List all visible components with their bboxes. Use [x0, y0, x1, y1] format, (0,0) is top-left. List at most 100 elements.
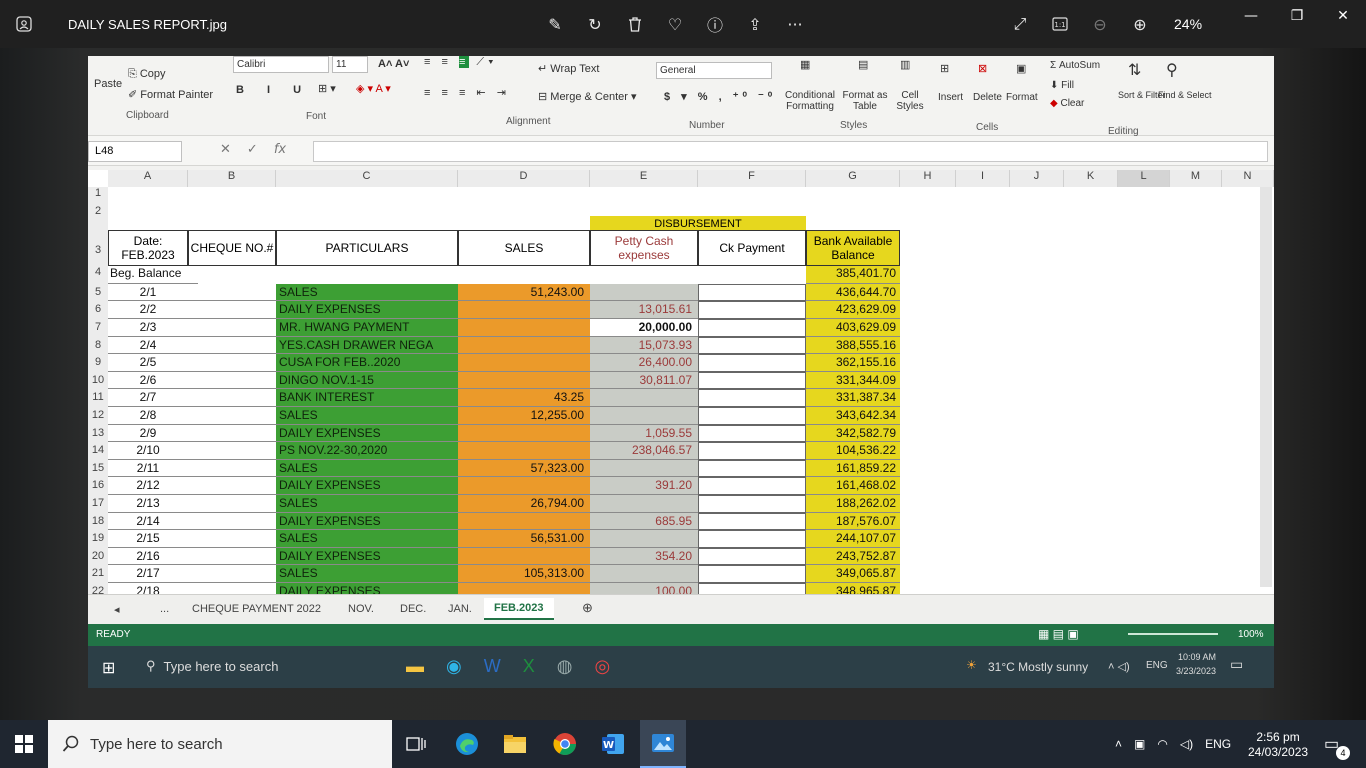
language-indicator[interactable]: ENG	[1205, 737, 1231, 751]
cheque-cell[interactable]	[188, 337, 276, 355]
file-explorer-icon[interactable]	[498, 728, 532, 760]
date-cell[interactable]: 2/17	[108, 565, 188, 583]
particulars-cell[interactable]: DAILY EXPENSES	[276, 512, 458, 531]
edge-icon[interactable]	[450, 728, 484, 760]
bank-balance-cell[interactable]: 161,859.22	[806, 459, 900, 478]
chevron-up-icon[interactable]: ˄	[1115, 737, 1122, 751]
bank-balance-cell[interactable]: 331,344.09	[806, 371, 900, 390]
zoom-slider[interactable]	[1128, 633, 1218, 635]
ck-payment-cell[interactable]	[698, 407, 806, 425]
borders-button[interactable]: ⊞ ▾	[318, 82, 336, 95]
column-header-c[interactable]: C	[276, 170, 458, 187]
particulars-cell[interactable]: MR. HWANG PAYMENT	[276, 319, 458, 337]
petty-cash-cell[interactable]: 100.00	[590, 583, 698, 594]
more-icon[interactable]: ···	[785, 14, 805, 34]
tab-cheque-payment[interactable]: CHEQUE PAYMENT 2022	[192, 603, 321, 615]
grow-font-button[interactable]: A˄ A˅	[378, 58, 409, 70]
column-header-n[interactable]: N	[1222, 170, 1274, 187]
font-name-select[interactable]: Calibri	[233, 56, 329, 73]
bold-italic-underline[interactable]: B I U	[236, 84, 311, 96]
date-cell[interactable]: 2/16	[108, 548, 188, 566]
bank-balance-cell[interactable]: 187,576.07	[806, 512, 900, 531]
tab-scroll-left[interactable]: ◂	[114, 603, 120, 616]
cheque-cell[interactable]	[188, 495, 276, 513]
cheque-cell[interactable]	[188, 319, 276, 337]
zoom-out-icon[interactable]: ⊖	[1090, 14, 1110, 34]
particulars-cell[interactable]: CUSA FOR FEB..2020	[276, 354, 458, 372]
ck-payment-cell[interactable]	[698, 530, 806, 548]
particulars-cell[interactable]: SALES	[276, 530, 458, 548]
bank-balance-cell[interactable]: 342,582.79	[806, 424, 900, 443]
date-cell[interactable]: 2/12	[108, 477, 188, 495]
enter-icon[interactable]: ✓	[247, 142, 258, 157]
delete-icon[interactable]	[625, 14, 645, 34]
actual-size-icon[interactable]: 1:1	[1050, 14, 1070, 34]
column-header-d[interactable]: D	[458, 170, 590, 187]
petty-cash-cell[interactable]: 26,400.00	[590, 354, 698, 372]
ck-payment-cell[interactable]	[698, 583, 806, 594]
bank-balance-cell[interactable]: 403,629.09	[806, 319, 900, 337]
copy-button[interactable]: ⎘ Copy	[128, 68, 166, 81]
wifi-icon[interactable]: ◠	[1157, 737, 1167, 751]
vertical-scrollbar[interactable]	[1260, 187, 1272, 587]
sales-cell[interactable]	[458, 442, 590, 460]
ck-payment-cell[interactable]	[698, 512, 806, 531]
sales-cell[interactable]	[458, 336, 590, 355]
petty-cash-cell[interactable]	[590, 283, 698, 302]
chrome-icon[interactable]	[548, 728, 582, 760]
cheque-cell[interactable]	[188, 548, 276, 566]
zoom-level[interactable]: 24%	[1174, 16, 1202, 32]
date-cell[interactable]: 2/1	[108, 284, 188, 302]
date-cell[interactable]: 2/2	[108, 301, 188, 319]
bank-balance-cell[interactable]: 348,965.87	[806, 583, 900, 594]
edit-image-icon[interactable]: ✎	[545, 14, 565, 34]
fill-color-button[interactable]: ◈ ▾ A ▾	[356, 82, 391, 95]
format-as-table-button[interactable]: Format as Table	[840, 90, 890, 112]
sales-cell[interactable]	[458, 547, 590, 566]
cheque-cell[interactable]	[188, 513, 276, 531]
date-cell[interactable]: 2/7	[108, 389, 188, 407]
petty-cash-cell[interactable]	[590, 407, 698, 425]
date-cell[interactable]: 2/18	[108, 583, 188, 594]
petty-cash-cell[interactable]	[590, 565, 698, 583]
bank-balance-cell[interactable]: 423,629.09	[806, 301, 900, 319]
bank-balance-cell[interactable]: 243,752.87	[806, 547, 900, 566]
tab-ellipsis[interactable]: ...	[160, 603, 169, 615]
sales-cell[interactable]: 12,255.00	[458, 407, 590, 425]
taskbar-search[interactable]: Type here to search	[48, 720, 392, 768]
sales-cell[interactable]	[458, 301, 590, 319]
petty-cash-cell[interactable]	[590, 530, 698, 548]
restore-button[interactable]: ❐	[1274, 0, 1320, 32]
cheque-cell[interactable]	[188, 442, 276, 460]
cheque-cell[interactable]	[188, 583, 276, 594]
bank-balance-cell[interactable]: 104,536.22	[806, 442, 900, 460]
ck-payment-cell[interactable]	[698, 424, 806, 443]
ck-payment-cell[interactable]	[698, 319, 806, 337]
petty-cash-cell[interactable]: 354.20	[590, 547, 698, 566]
column-header-e[interactable]: E	[590, 170, 698, 187]
number-format-buttons[interactable]: $ ▾ % , ⁺⁰ ⁻⁰	[664, 90, 776, 103]
particulars-cell[interactable]: PS NOV.22-30,2020	[276, 442, 458, 460]
spreadsheet-grid[interactable]: A B C D E F G H I J K L M N 1 2 3 DISBURSEMENT Date: FEB.2…	[88, 170, 1274, 594]
particulars-cell[interactable]: DAILY EXPENSES	[276, 477, 458, 495]
ck-payment-cell[interactable]	[698, 301, 806, 319]
ck-payment-cell[interactable]	[698, 477, 806, 495]
tab-jan[interactable]: JAN.	[448, 603, 472, 615]
formula-input[interactable]	[313, 141, 1268, 162]
ck-payment-cell[interactable]	[698, 565, 806, 583]
date-cell[interactable]: 2/15	[108, 530, 188, 548]
date-cell[interactable]: 2/11	[108, 460, 188, 478]
petty-cash-cell[interactable]: 1,059.55	[590, 424, 698, 443]
particulars-cell[interactable]: DAILY EXPENSES	[276, 301, 458, 319]
date-cell[interactable]: 2/5	[108, 354, 188, 372]
sales-cell[interactable]	[458, 371, 590, 390]
petty-cash-cell[interactable]	[590, 389, 698, 407]
sales-cell[interactable]	[458, 354, 590, 372]
bank-balance-cell[interactable]: 161,468.02	[806, 477, 900, 495]
column-header-i[interactable]: I	[956, 170, 1010, 187]
cheque-cell[interactable]	[188, 354, 276, 372]
format-button[interactable]: Format	[1006, 92, 1038, 103]
bank-balance-cell[interactable]: 188,262.02	[806, 495, 900, 513]
meet-now-icon[interactable]: ▣	[1134, 737, 1145, 751]
cheque-cell[interactable]	[188, 407, 276, 425]
